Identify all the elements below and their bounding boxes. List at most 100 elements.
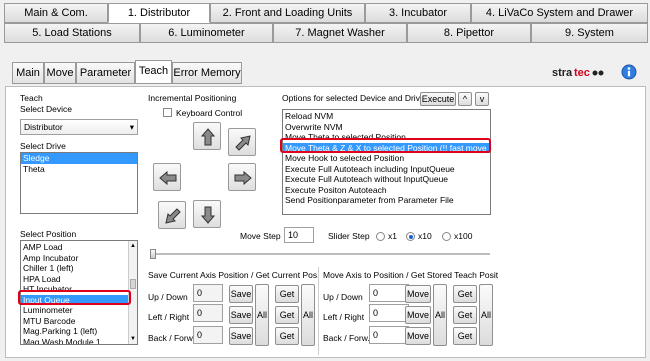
info-icon[interactable]	[621, 64, 637, 80]
get-stored-leftright-button[interactable]: Get	[453, 306, 477, 324]
list-item[interactable]: HPA Load	[21, 274, 137, 285]
arrow-up-button[interactable]	[193, 122, 221, 150]
arrow-down-button[interactable]	[193, 200, 221, 228]
target-leftright-input[interactable]: 0	[369, 304, 409, 322]
keyboard-control-label: Keyboard Control	[176, 108, 243, 118]
subtab-parameter[interactable]: Parameter	[76, 62, 135, 84]
options-list[interactable]: Reload NVM Overwrite NVM Move Theta to s…	[282, 109, 491, 215]
arrow-left-icon	[159, 170, 177, 186]
arrow-up-right-button[interactable]	[228, 128, 256, 156]
tab-livaco-system-drawer[interactable]: 4. LiVaCo System and Drawer	[471, 3, 648, 23]
save-backforw-button[interactable]: Save	[229, 327, 253, 345]
subtab-error-memory[interactable]: Error Memory	[172, 62, 242, 84]
x100-radio[interactable]	[442, 232, 451, 241]
tab-luminometer[interactable]: 6. Luminometer	[140, 23, 273, 43]
x100-label: x100	[454, 231, 473, 241]
move-updown-button[interactable]: Move	[405, 285, 431, 303]
move-leftright-button[interactable]: Move	[405, 306, 431, 324]
updown-label: Up / Down	[148, 292, 188, 302]
move-updown-label: Up / Down	[323, 292, 363, 302]
keyboard-control-checkbox[interactable]	[163, 108, 172, 117]
subtab-teach[interactable]: Teach	[135, 60, 172, 84]
list-item[interactable]: Execute Full Autoteach without InputQueu…	[283, 174, 490, 185]
list-item[interactable]: Mag.Wash Module 1	[21, 337, 137, 345]
current-leftright-field: 0	[193, 304, 223, 322]
device-select[interactable]: Distributor ▾	[20, 119, 138, 135]
list-item[interactable]: Amp Incubator	[21, 253, 137, 264]
arrow-left-button[interactable]	[153, 163, 181, 191]
list-item[interactable]: Sledge	[21, 153, 137, 164]
list-item[interactable]: Reload NVM	[283, 111, 490, 122]
tab-front-loading-units[interactable]: 2. Front and Loading Units	[210, 3, 365, 23]
target-updown-input[interactable]: 0	[369, 284, 409, 302]
move-group-title: Move Axis to Position / Get Stored Teach…	[323, 270, 498, 280]
list-item[interactable]: Theta	[21, 164, 137, 175]
get-current-backforw-button[interactable]: Get	[275, 327, 299, 345]
get-current-all-button[interactable]: All	[301, 284, 315, 346]
move-step-input[interactable]: 10	[284, 227, 314, 243]
move-down-button[interactable]: v	[475, 92, 489, 106]
options-title: Options for selected Device and Drive	[282, 93, 425, 103]
subtab-move[interactable]: Move	[44, 62, 76, 84]
tab-incubator[interactable]: 3. Incubator	[365, 3, 471, 23]
drive-list[interactable]: Sledge Theta	[20, 152, 138, 214]
execute-button[interactable]: Execute	[420, 92, 456, 106]
x1-radio[interactable]	[376, 232, 385, 241]
arrow-down-left-button[interactable]	[158, 201, 186, 229]
incremental-title: Incremental Positioning	[148, 93, 237, 103]
get-stored-all-button[interactable]: All	[479, 284, 493, 346]
save-group-title: Save Current Axis Position / Get Current…	[148, 270, 320, 280]
subtab-main[interactable]: Main	[12, 62, 44, 84]
device-select-value: Distributor	[24, 122, 63, 132]
save-leftright-button[interactable]: Save	[229, 306, 253, 324]
tab-distributor[interactable]: 1. Distributor	[108, 3, 210, 23]
save-all-button[interactable]: All	[255, 284, 269, 346]
scroll-down-icon[interactable]: ▼	[130, 336, 136, 342]
tab-magnet-washer[interactable]: 7. Magnet Washer	[273, 23, 407, 43]
list-item[interactable]: Overwrite NVM	[283, 122, 490, 133]
list-item[interactable]: Luminometer	[21, 305, 137, 316]
x10-radio[interactable]	[406, 232, 415, 241]
move-all-button[interactable]: All	[433, 284, 447, 346]
arrow-right-icon	[234, 170, 252, 186]
target-backforw-input[interactable]: 0	[369, 326, 409, 344]
select-drive-label: Select Drive	[20, 141, 66, 151]
backforw-label: Back / Forw.	[148, 333, 195, 343]
current-updown-field: 0	[193, 284, 223, 302]
scrollbar-thumb[interactable]	[130, 279, 136, 289]
current-backforw-field: 0	[193, 326, 223, 344]
x10-label: x10	[418, 231, 432, 241]
list-item[interactable]: Move Hook to selected Position	[283, 153, 490, 164]
move-up-button[interactable]: ^	[458, 92, 472, 106]
list-item[interactable]: MTU Barcode	[21, 316, 137, 327]
list-item[interactable]: AMP Load	[21, 242, 137, 253]
tab-pipettor[interactable]: 8. Pipettor	[407, 23, 531, 43]
get-current-updown-button[interactable]: Get	[275, 285, 299, 303]
list-item[interactable]: Chiller 1 (left)	[21, 263, 137, 274]
move-backforw-button[interactable]: Move	[405, 327, 431, 345]
svg-text:tec: tec	[574, 67, 590, 79]
get-stored-backforw-button[interactable]: Get	[453, 327, 477, 345]
fast-move-highlight	[280, 138, 491, 153]
move-backforw-label: Back / Forw.	[323, 333, 370, 343]
stratec-logo: stra tec	[552, 66, 606, 84]
tab-main-com[interactable]: Main & Com.	[4, 3, 108, 23]
list-item[interactable]: Execute Full Autoteach including InputQu…	[283, 164, 490, 175]
move-step-label: Move Step	[240, 231, 281, 241]
position-slider-thumb[interactable]	[150, 249, 156, 259]
scroll-up-icon[interactable]: ▲	[130, 243, 136, 249]
select-position-label: Select Position	[20, 229, 77, 239]
arrow-diagonal-icon	[235, 135, 251, 151]
position-slider-track[interactable]	[152, 253, 490, 255]
list-item[interactable]: Execute Positon Autoteach	[283, 185, 490, 196]
list-item[interactable]: Mag.Parking 1 (left)	[21, 326, 137, 337]
get-stored-updown-button[interactable]: Get	[453, 285, 477, 303]
save-updown-button[interactable]: Save	[229, 285, 253, 303]
arrow-up-icon	[200, 128, 216, 146]
group-divider	[318, 267, 319, 355]
list-item[interactable]: Send Positionparameter from Parameter Fi…	[283, 195, 490, 206]
arrow-right-button[interactable]	[228, 163, 256, 191]
tab-system[interactable]: 9. System	[531, 23, 648, 43]
get-current-leftright-button[interactable]: Get	[275, 306, 299, 324]
tab-load-stations[interactable]: 5. Load Stations	[4, 23, 140, 43]
